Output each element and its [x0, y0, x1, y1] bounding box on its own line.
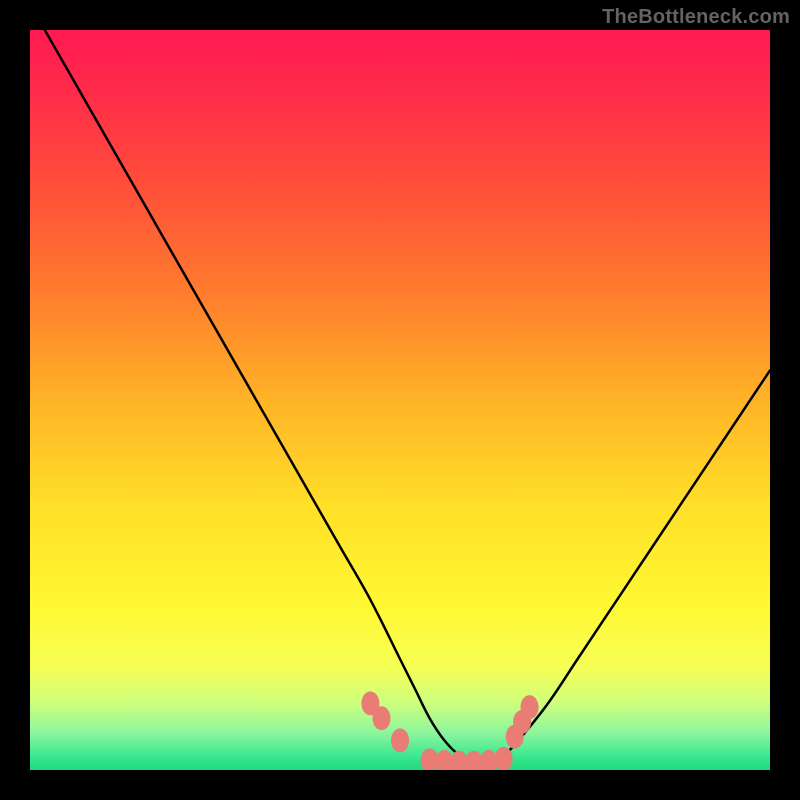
highlight-dot: [391, 728, 409, 752]
highlight-dot: [373, 706, 391, 730]
bottleneck-chart: [30, 30, 770, 770]
highlight-dot: [521, 695, 539, 719]
plot-area: [30, 30, 770, 770]
chart-container: TheBottleneck.com: [0, 0, 800, 800]
watermark-text: TheBottleneck.com: [602, 6, 790, 29]
highlight-dot: [495, 747, 513, 770]
